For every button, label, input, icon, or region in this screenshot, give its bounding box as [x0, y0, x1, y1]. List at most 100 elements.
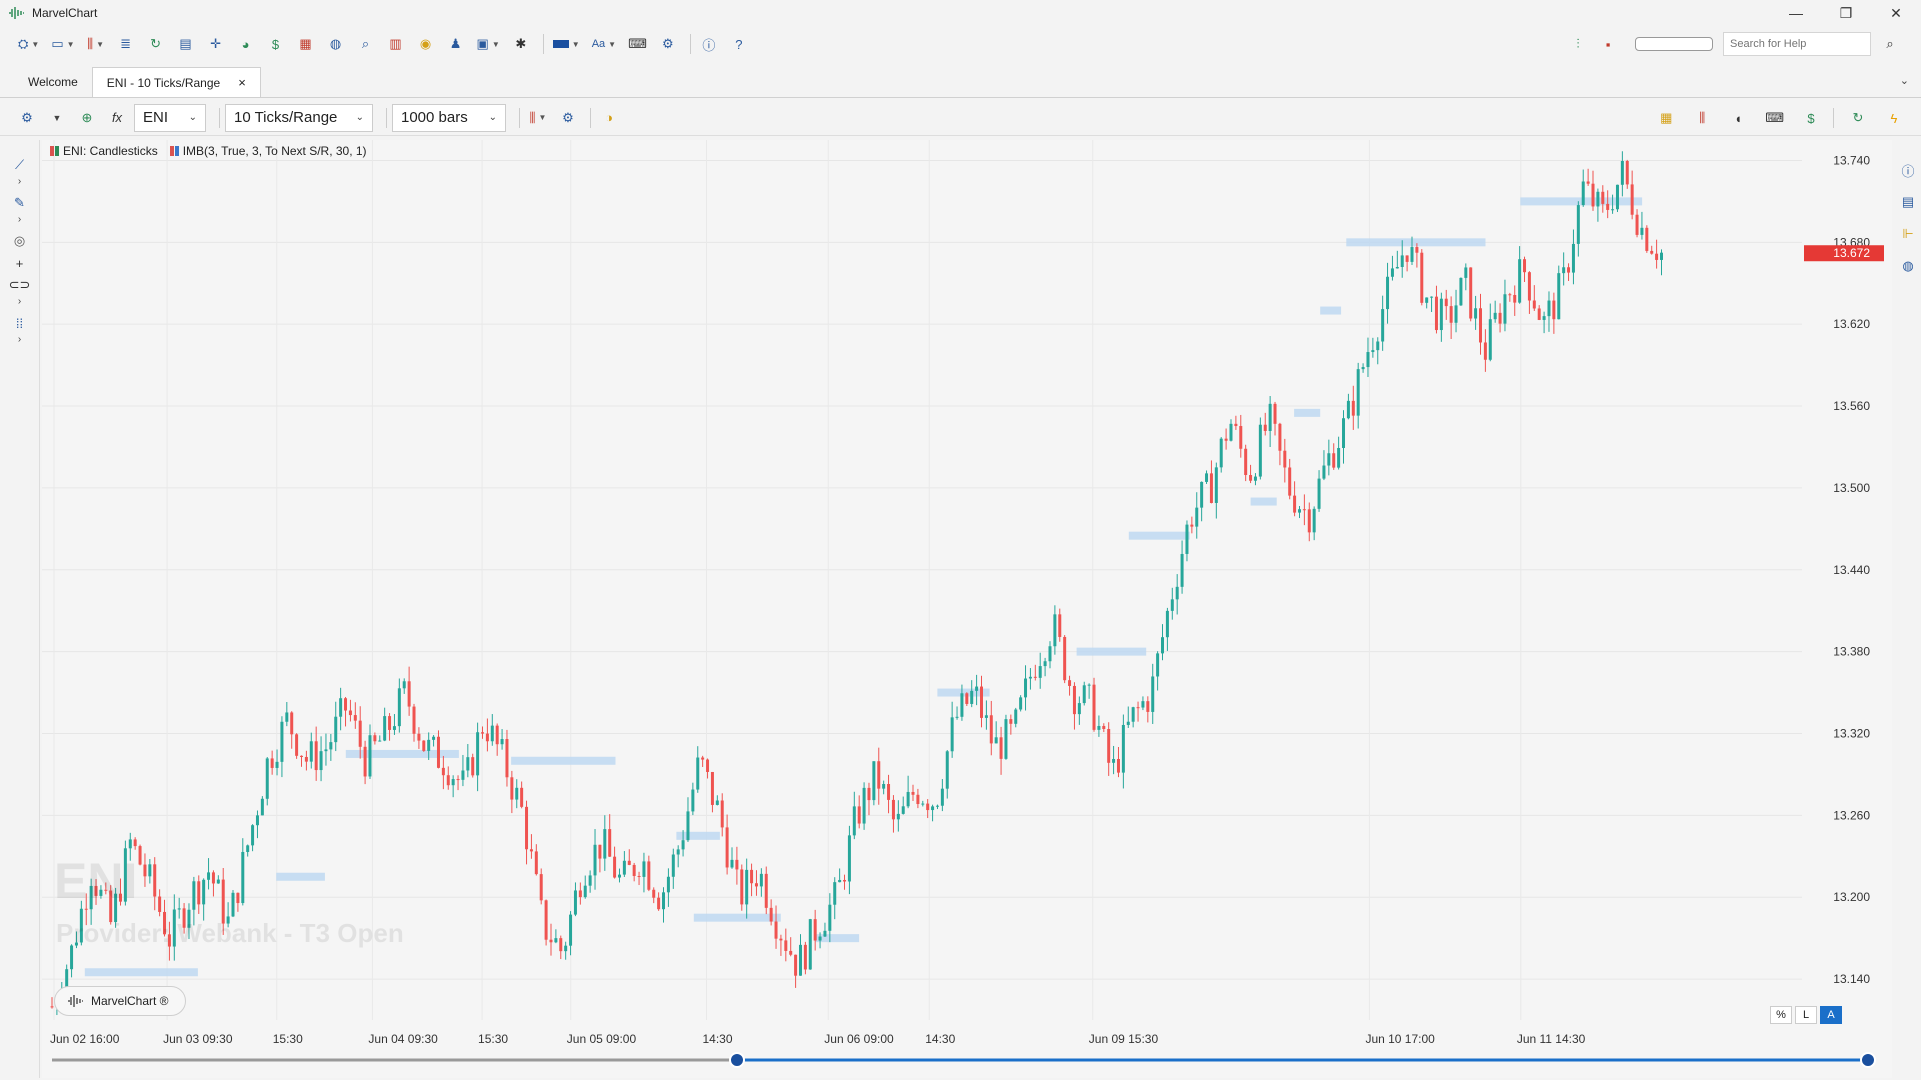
maximize-button[interactable]: ❐ — [1821, 0, 1871, 26]
candle-body — [1620, 161, 1624, 185]
candle-body — [280, 721, 284, 762]
replay-icon[interactable]: ↻ — [1845, 105, 1871, 131]
brand-badge[interactable]: MarvelChart ® — [54, 986, 186, 1016]
candle-body — [368, 735, 372, 777]
chart-settings-gear-icon[interactable]: ⚙ — [14, 105, 40, 131]
keyboard-icon[interactable]: ⌨ — [624, 31, 651, 57]
chevron-right-icon[interactable]: › — [18, 214, 21, 230]
user-icon[interactable]: ♟ — [443, 31, 469, 57]
orders-icon[interactable]: ◑ — [596, 105, 622, 131]
globe-icon[interactable]: ◍ — [1898, 250, 1918, 282]
search-icon[interactable]: ⌕ — [1877, 31, 1903, 57]
money-icon[interactable]: $ — [263, 31, 289, 57]
monitor-menu-icon[interactable]: ▭ ▼ — [47, 31, 78, 57]
scanner-icon[interactable]: ⌕ — [353, 31, 379, 57]
candle-body — [637, 875, 641, 877]
document-icon[interactable]: ▤ — [173, 31, 199, 57]
indicators-icon[interactable]: ⚙ — [555, 105, 581, 131]
chevron-right-icon[interactable]: › — [18, 334, 21, 350]
candle-body — [1591, 183, 1595, 207]
fingerprint-icon[interactable]: ◎ — [8, 230, 32, 252]
chart-panel[interactable]: 13.740 13.680 13.620 13.560 13.500 13.440 13.3… — [42, 140, 1892, 1078]
minimize-button[interactable]: — — [1771, 0, 1821, 26]
candle-body — [383, 716, 387, 741]
hierarchy-icon[interactable]: ⊩ — [1898, 218, 1918, 250]
chart-style-menu-icon[interactable]: ⫼ ▼ — [525, 105, 551, 131]
keyboard-icon[interactable]: ⌨ — [1761, 105, 1788, 131]
globe-icon[interactable]: ◍ — [323, 31, 349, 57]
imbalance-zone — [84, 968, 198, 977]
link-icon[interactable]: ⊂⊃ — [8, 274, 32, 296]
help-search-input[interactable] — [1723, 32, 1871, 56]
candle-body — [872, 761, 876, 801]
candle-body — [143, 864, 147, 877]
terminal-icon[interactable]: ▪ — [1595, 31, 1621, 57]
toolbar-divider — [590, 107, 591, 128]
symbol-select[interactable]: ENI ⌄ — [134, 103, 206, 132]
chevron-right-icon[interactable]: › — [18, 176, 21, 192]
chevron-down-icon[interactable]: ⌄ — [1900, 74, 1909, 87]
strategy-icon[interactable]: ◉ — [413, 31, 439, 57]
pencil-icon[interactable]: ✎ — [8, 192, 32, 214]
calculator-menu-icon[interactable]: ▣ ▼ — [473, 31, 504, 57]
bug-icon[interactable]: ✱ — [508, 31, 534, 57]
window-title: MarvelChart — [32, 6, 98, 20]
imbalance-zone — [1250, 497, 1277, 506]
dom-icon[interactable]: ≣ — [113, 31, 139, 57]
chevron-down-icon[interactable]: ▼ — [44, 105, 70, 131]
add-icon[interactable]: ⊕ — [74, 105, 100, 131]
workspace-menu-icon[interactable]: ⛭ ▼ — [14, 31, 43, 57]
color-theme-menu-icon[interactable]: ▼ — [549, 31, 584, 57]
mouse-icon[interactable]: ◖ — [1725, 105, 1751, 131]
info-icon[interactable]: ⓘ — [696, 31, 722, 57]
help-icon[interactable]: ? — [726, 31, 752, 57]
auto-scale-button[interactable]: A — [1820, 1006, 1842, 1024]
document-icon[interactable]: ▤ — [1898, 186, 1918, 218]
marvelchart-logo-icon — [67, 995, 83, 1007]
legend-item-imbalance[interactable]: IMB(3, True, 3, To Next S/R, 30, 1) — [169, 144, 367, 158]
imbalance-zone — [815, 934, 860, 943]
candle-body — [510, 777, 514, 800]
info-icon[interactable]: ⓘ — [1898, 154, 1918, 186]
font-menu-icon[interactable]: Aa ▼ — [588, 31, 620, 57]
tab-welcome[interactable]: Welcome — [14, 67, 92, 97]
candle-body — [251, 825, 255, 846]
candle-body — [1097, 725, 1101, 730]
log-scale-button[interactable]: L — [1795, 1006, 1817, 1024]
orderflow-icon[interactable]: ▦ — [1653, 105, 1679, 131]
lightning-icon[interactable]: ϟ — [1881, 105, 1907, 131]
navigator-start-handle[interactable] — [729, 1052, 745, 1068]
candle-body — [133, 839, 137, 847]
apps-grid-icon[interactable]: ⁞⁞ — [8, 312, 32, 334]
close-window-button[interactable]: ✕ — [1871, 0, 1921, 26]
bar-type-select[interactable]: 10 Ticks/Range ⌄ — [225, 103, 373, 132]
crosshair-icon[interactable]: ✛ — [203, 31, 229, 57]
dollar-icon[interactable]: $ — [1798, 105, 1824, 131]
ladder-icon[interactable]: ⫼ — [1689, 105, 1715, 131]
candle-body — [926, 803, 930, 811]
candle-body — [1278, 423, 1282, 451]
replay-icon[interactable]: ↻ — [143, 31, 169, 57]
settings-gear-icon[interactable]: ⚙ — [655, 31, 681, 57]
calendar-icon[interactable]: ▦ — [293, 31, 319, 57]
candle-body — [1038, 666, 1042, 678]
chevron-right-icon[interactable]: › — [18, 296, 21, 312]
pie-icon[interactable]: ◕ — [233, 31, 259, 57]
chart-type-menu-icon[interactable]: ⫼ ▼ — [83, 31, 109, 57]
legend-item-candlesticks[interactable]: ENI: Candlesticks — [50, 144, 158, 158]
percent-scale-button[interactable]: % — [1770, 1006, 1792, 1024]
tab-eni-chart[interactable]: ENI - 10 Ticks/Range × — [91, 67, 261, 97]
candle-body — [500, 739, 504, 745]
bar-count-select[interactable]: 1000 bars ⌄ — [392, 103, 506, 132]
trend-line-icon[interactable]: ⟋ — [8, 154, 32, 176]
connection-status-icon[interactable]: ⫶ — [1565, 31, 1591, 57]
function-icon[interactable]: fx — [104, 105, 130, 131]
crosshair-icon[interactable]: + — [8, 252, 32, 274]
candle-body — [461, 770, 465, 780]
navigator-end-handle[interactable] — [1860, 1052, 1876, 1068]
imbalance-zone — [1076, 647, 1147, 656]
candle-body — [290, 712, 294, 735]
close-tab-icon[interactable]: × — [238, 75, 246, 90]
grid-icon[interactable]: ▥ — [383, 31, 409, 57]
candle-body — [891, 799, 895, 820]
